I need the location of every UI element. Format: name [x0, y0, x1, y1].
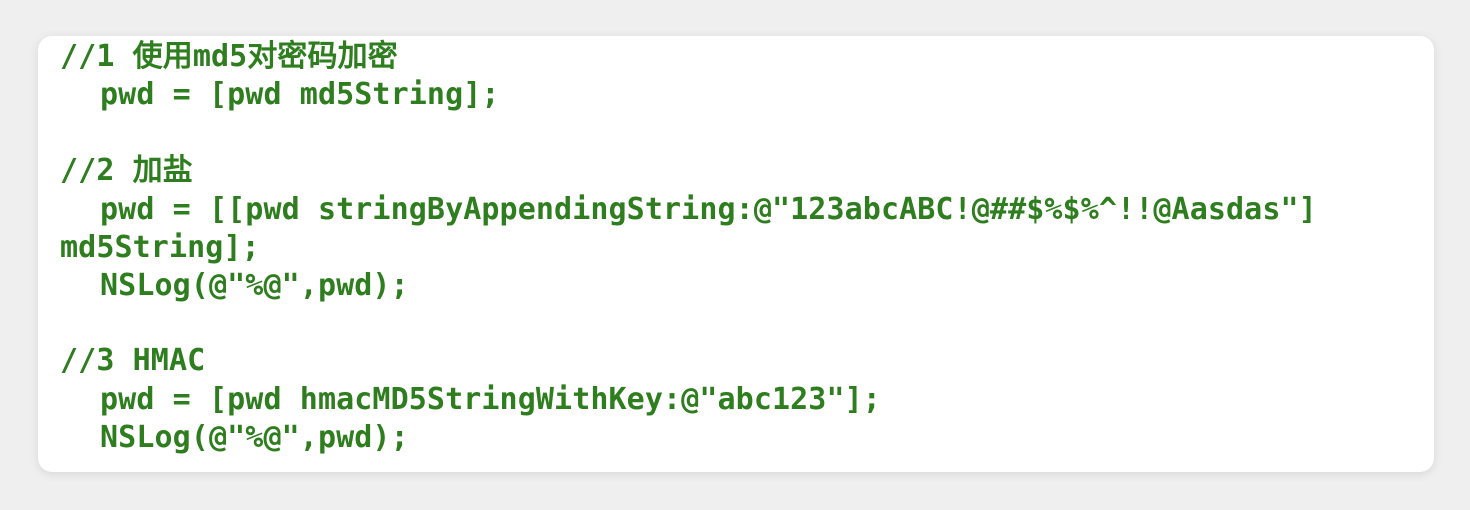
code-line-hmac: pwd = [pwd hmacMD5StringWithKey:@"abc123…	[100, 382, 881, 417]
comment-step-2: //2 加盐	[60, 153, 193, 188]
comment-step-3: //3 HMAC	[60, 343, 206, 378]
code-line-append-salt: pwd = [[pwd stringByAppendingString:@"12…	[100, 192, 1317, 227]
code-snippet-card: //1 使用md5对密码加密 pwd = [pwd md5String]; //…	[38, 36, 1434, 472]
code-line-nslog-1: NSLog(@"%@",pwd);	[100, 268, 409, 303]
code-line-md5: pwd = [pwd md5String];	[100, 77, 500, 112]
code-line-nslog-2: NSLog(@"%@",pwd);	[100, 420, 409, 455]
comment-step-1: //1 使用md5对密码加密	[60, 39, 398, 74]
code-line-md5-continuation: md5String];	[60, 230, 260, 265]
